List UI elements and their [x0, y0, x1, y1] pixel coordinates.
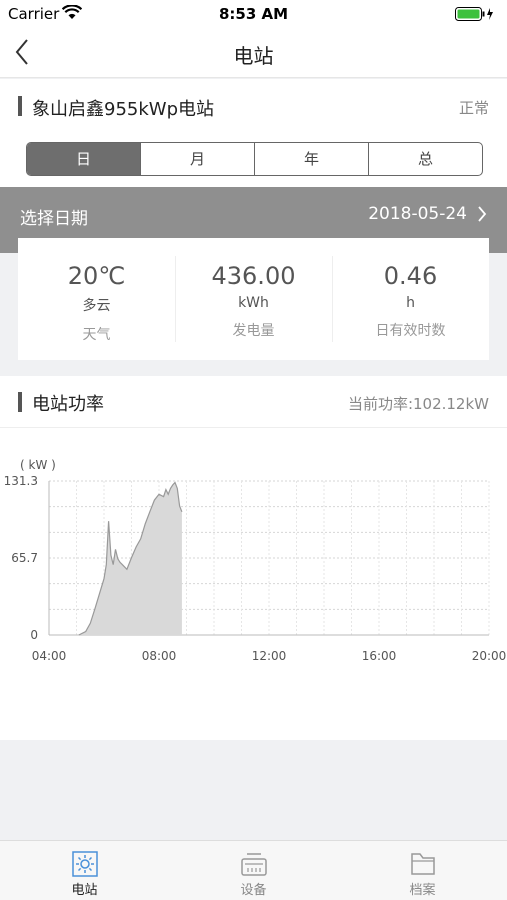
station-name: 象山启鑫955kWp电站 [32, 99, 215, 120]
nav-bar: 电站 [0, 28, 507, 78]
current-power: 当前功率:102.12kW [347, 395, 489, 413]
tabbar-label: 设备 [240, 883, 267, 898]
x-tick-label: 20:00 [472, 649, 507, 663]
tab-month[interactable]: 月 [140, 143, 254, 175]
tabbar-label: 电站 [71, 883, 98, 898]
tabbar-item-device[interactable]: 设备 [169, 841, 338, 900]
stat-energy: 436.00 kWh 发电量 [175, 238, 332, 360]
stat-value: 20℃ [67, 262, 126, 290]
stat-unit: 多云 [82, 298, 111, 314]
x-tick-label: 12:00 [252, 649, 287, 663]
battery-icon [455, 6, 495, 25]
section-marker [18, 392, 22, 412]
section-marker [18, 96, 22, 116]
station-status: 正常 [458, 99, 489, 117]
bottom-tab-bar: 电站 设备 档案 [0, 840, 507, 900]
chevron-right-icon[interactable] [477, 205, 487, 227]
clock: 8:53 AM [218, 5, 289, 23]
y-axis-label: ( kW ) [20, 458, 56, 472]
sun-icon [0, 851, 169, 877]
power-title: 电站功率 [32, 394, 104, 415]
power-section-header: 电站功率 当前功率:102.12kW [0, 376, 507, 428]
power-chart: ( kW ) 131.3 65.7 0 04:00 08:00 12:00 16:00 20:0… [4, 458, 507, 663]
date-selector-label: 选择日期 [20, 209, 88, 229]
y-tick-label: 65.7 [11, 551, 38, 565]
station-header: 象山启鑫955kWp电站 正常 [0, 79, 507, 135]
tab-day[interactable]: 日 [27, 143, 140, 175]
stat-hours: 0.46 h 日有效时数 [332, 238, 489, 360]
period-tabs-row: 日 月 年 总 [0, 135, 507, 187]
x-tick-label: 16:00 [362, 649, 397, 663]
stat-weather: 20℃ 多云 天气 [18, 238, 175, 360]
x-tick-label: 08:00 [142, 649, 177, 663]
tabbar-item-archive[interactable]: 档案 [338, 841, 507, 900]
page-title: 电站 [233, 44, 274, 68]
x-tick-label: 04:00 [32, 649, 67, 663]
inverter-icon [169, 851, 338, 877]
period-segmented-control: 日 月 年 总 [26, 142, 483, 176]
tab-total[interactable]: 总 [368, 143, 482, 175]
status-bar: Carrier 8:53 AM [0, 0, 507, 28]
stat-value: 436.00 [211, 262, 296, 290]
stat-caption: 发电量 [232, 323, 275, 339]
power-chart-panel: ( kW ) 131.3 65.7 0 04:00 08:00 12:00 16:00 20:0… [0, 428, 507, 740]
tab-year[interactable]: 年 [254, 143, 368, 175]
stat-caption: 天气 [82, 327, 111, 343]
stat-value: 0.46 [383, 262, 438, 290]
stat-unit: kWh [238, 295, 269, 311]
stat-caption: 日有效时数 [375, 323, 446, 339]
tabbar-label: 档案 [409, 883, 436, 898]
selected-date[interactable]: 2018-05-24 [368, 204, 467, 224]
daily-stats-card: 20℃ 多云 天气 436.00 kWh 发电量 0.46 h 日有效时数 [18, 238, 489, 360]
stat-unit: h [406, 295, 415, 311]
folder-icon [338, 851, 507, 877]
y-tick-label: 0 [30, 628, 38, 642]
y-tick-label: 131.3 [4, 474, 38, 488]
tabbar-item-station[interactable]: 电站 [0, 841, 169, 900]
